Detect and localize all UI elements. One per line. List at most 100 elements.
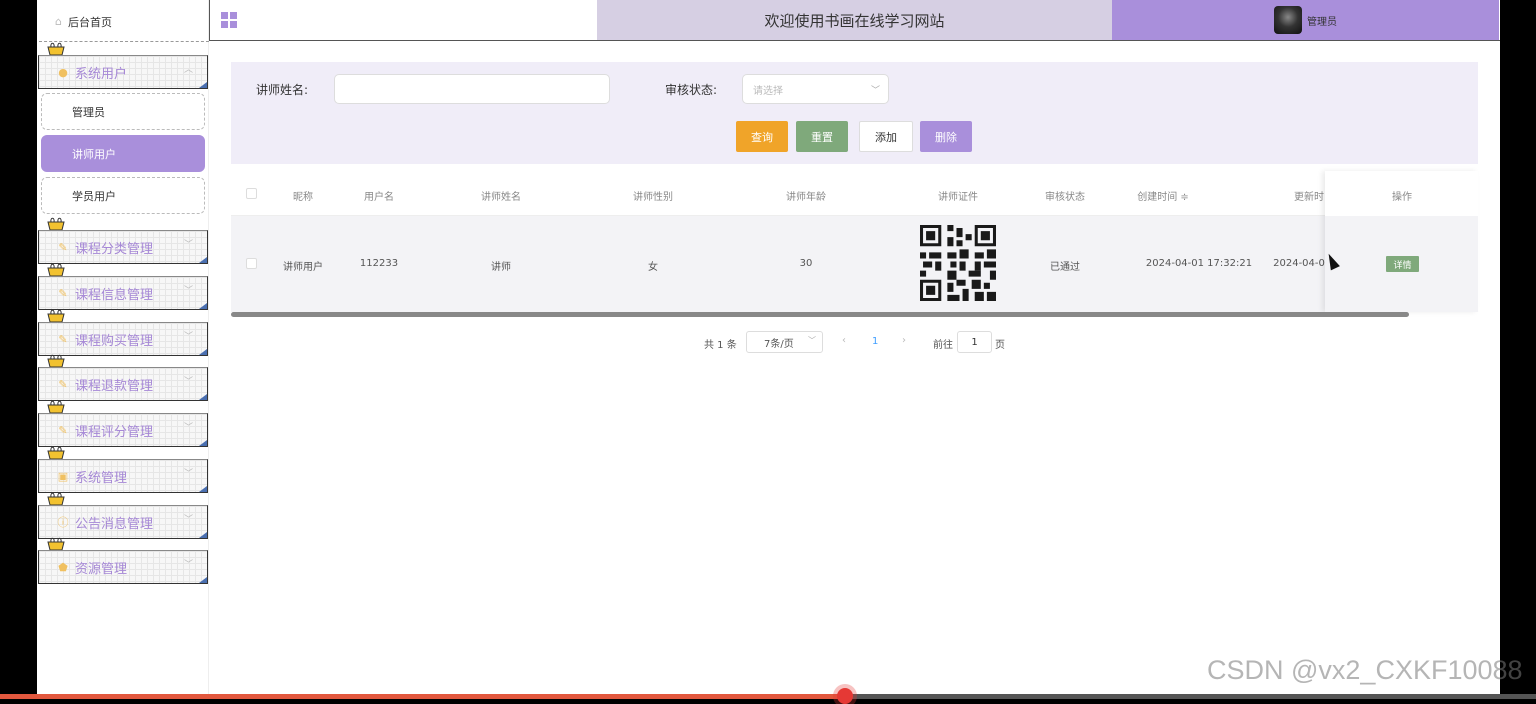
sidebar-menu-course-rating[interactable]: ✎ 课程评分管理 ﹀ xyxy=(38,413,208,447)
column-header: 讲师年龄 xyxy=(786,192,826,203)
shield-icon: ⬟ xyxy=(58,560,68,574)
cell-updated: 2024-04-0 xyxy=(1273,258,1325,269)
cell-gender: 女 xyxy=(648,262,658,273)
sidebar: ⌂ 后台首页 ● 系统用户 ︿ 管理员 讲师用户 学员用户 ✎ 课程分类管理 ﹀… xyxy=(37,0,209,699)
edit-icon: ✎ xyxy=(58,377,68,391)
cell-nickname: 讲师用户 xyxy=(283,262,323,273)
chevron-up-icon: ︿ xyxy=(183,65,193,75)
page-size-select[interactable]: 7条/页 ﹀ xyxy=(746,331,823,353)
binder-clip-icon xyxy=(47,309,65,323)
binder-clip-icon xyxy=(47,400,65,414)
delete-button[interactable]: 删除 xyxy=(920,121,972,152)
search-panel: 讲师姓名: 审核状态: 请选择 ﹀ 查询 重置 添加 删除 xyxy=(231,62,1478,164)
binder-clip-icon xyxy=(47,537,65,551)
sidebar-menu-course-info[interactable]: ✎ 课程信息管理 ﹀ xyxy=(38,276,208,310)
prev-page-icon[interactable]: ‹ xyxy=(842,335,846,346)
cell-username: 112233 xyxy=(359,258,399,269)
sidebar-menu-course-refund[interactable]: ✎ 课程退款管理 ﹀ xyxy=(38,367,208,401)
edit-icon: ✎ xyxy=(58,286,68,300)
chevron-down-icon: ﹀ xyxy=(808,336,816,345)
sidebar-item-admin[interactable]: 管理员 xyxy=(41,93,205,130)
reset-button[interactable]: 重置 xyxy=(796,121,848,152)
video-progress-bar[interactable] xyxy=(0,688,1536,704)
site-title: 欢迎使用书画在线学习网站 xyxy=(597,0,1112,40)
add-button[interactable]: 添加 xyxy=(859,121,913,152)
column-header: 讲师性别 xyxy=(633,192,673,203)
sidebar-menu-label: 课程退款管理 xyxy=(75,378,154,394)
chevron-down-icon: ﹀ xyxy=(183,240,193,250)
page-number-current[interactable]: 1 xyxy=(872,336,878,347)
user-name: 管理员 xyxy=(1307,16,1337,28)
teacher-name-input[interactable] xyxy=(334,74,610,104)
sidebar-menu-course-category[interactable]: ✎ 课程分类管理 ﹀ xyxy=(38,230,208,264)
page-corner-decoration xyxy=(199,532,207,538)
goto-label: 前往 xyxy=(933,340,953,351)
goto-page-input[interactable]: 1 xyxy=(957,331,992,353)
chevron-down-icon: ﹀ xyxy=(183,469,193,479)
sidebar-menu-label: 课程评分管理 xyxy=(75,424,154,440)
sidebar-item-label: 讲师用户 xyxy=(72,147,116,161)
column-header-created[interactable]: 创建时间 ≑ xyxy=(1137,188,1189,203)
column-header: 用户名 xyxy=(364,192,394,203)
binder-clip-icon xyxy=(47,446,65,460)
binder-clip-icon xyxy=(47,263,65,277)
table-horizontal-scrollbar[interactable] xyxy=(231,312,1409,317)
sort-icon: ≑ xyxy=(1180,192,1189,203)
select-all-checkbox[interactable] xyxy=(246,188,257,199)
sidebar-menu-course-purchase[interactable]: ✎ 课程购买管理 ﹀ xyxy=(38,322,208,356)
video-progress-knob[interactable] xyxy=(836,688,853,704)
sidebar-menu-resources[interactable]: ⬟ 资源管理 ﹀ xyxy=(38,550,208,584)
cell-age: 30 xyxy=(799,258,813,269)
sidebar-menu-label: 课程分类管理 xyxy=(75,241,154,257)
page-size-value: 7条/页 xyxy=(764,338,794,350)
binder-clip-icon xyxy=(47,217,65,231)
chevron-down-icon: ﹀ xyxy=(183,332,193,342)
sidebar-item-teacher-users[interactable]: 讲师用户 xyxy=(41,135,205,172)
chevron-down-icon: ﹀ xyxy=(183,515,193,525)
column-header: 操作 xyxy=(1392,192,1412,203)
fixed-action-column: 操作 详情 xyxy=(1325,171,1478,312)
teacher-table: 昵称 用户名 讲师姓名 讲师性别 讲师年龄 讲师证件 审核状态 创建时间 ≑ 更… xyxy=(231,171,1478,317)
sidebar-menu-label: 系统用户 xyxy=(75,66,128,82)
sidebar-item-label: 后台首页 xyxy=(67,15,112,29)
menu-toggle-grid-icon[interactable] xyxy=(221,12,237,28)
sidebar-menu-system-management[interactable]: ▣ 系统管理 ﹀ xyxy=(38,459,208,493)
binder-clip-icon xyxy=(47,42,65,56)
video-progress-fill xyxy=(0,694,845,699)
binder-clip-icon xyxy=(47,492,65,506)
page-corner-decoration xyxy=(199,486,207,492)
watermark: CSDN @vx2_CXKF10088 xyxy=(1207,655,1523,685)
sidebar-menu-announcements[interactable]: ⓘ 公告消息管理 ﹀ xyxy=(38,505,208,539)
detail-button[interactable]: 详情 xyxy=(1386,256,1419,272)
page-corner-decoration xyxy=(199,82,207,88)
audit-status-select[interactable]: 请选择 ﹀ xyxy=(742,74,889,104)
sidebar-menu-label: 系统管理 xyxy=(75,470,128,486)
chevron-down-icon: ﹀ xyxy=(183,560,193,570)
row-checkbox[interactable] xyxy=(246,258,257,269)
next-page-icon[interactable]: › xyxy=(902,335,906,346)
edit-icon: ✎ xyxy=(58,332,68,346)
column-header: 讲师姓名 xyxy=(481,192,521,203)
image-icon: ▣ xyxy=(57,469,69,483)
user-icon: ● xyxy=(58,65,68,79)
page-corner-decoration xyxy=(199,440,207,446)
page-corner-decoration xyxy=(199,303,207,309)
query-button[interactable]: 查询 xyxy=(736,121,788,152)
sidebar-item-student-users[interactable]: 学员用户 xyxy=(41,177,205,214)
user-menu[interactable]: 管理员 xyxy=(1112,0,1499,40)
table-header: 昵称 用户名 讲师姓名 讲师性别 讲师年龄 讲师证件 审核状态 创建时间 ≑ 更… xyxy=(231,171,1478,216)
home-icon: ⌂ xyxy=(55,15,62,28)
app-frame: ⌂ 后台首页 ● 系统用户 ︿ 管理员 讲师用户 学员用户 ✎ 课程分类管理 ﹀… xyxy=(37,0,1500,699)
sidebar-menu-label: 公告消息管理 xyxy=(75,516,154,532)
chevron-down-icon: ﹀ xyxy=(183,286,193,296)
avatar xyxy=(1274,6,1302,34)
page-corner-decoration xyxy=(199,349,207,355)
sidebar-item-home[interactable]: ⌂ 后台首页 xyxy=(39,2,209,42)
sidebar-menu-system-users[interactable]: ● 系统用户 ︿ xyxy=(38,55,208,89)
pagination-total: 共 1 条 xyxy=(704,340,737,351)
column-header: 审核状态 xyxy=(1045,192,1085,203)
certificate-qr-image[interactable] xyxy=(920,225,996,301)
cell-created: 2024-04-01 17:32:21 xyxy=(1145,258,1253,269)
chevron-down-icon: ﹀ xyxy=(870,86,880,96)
page-suffix-label: 页 xyxy=(995,340,1005,351)
